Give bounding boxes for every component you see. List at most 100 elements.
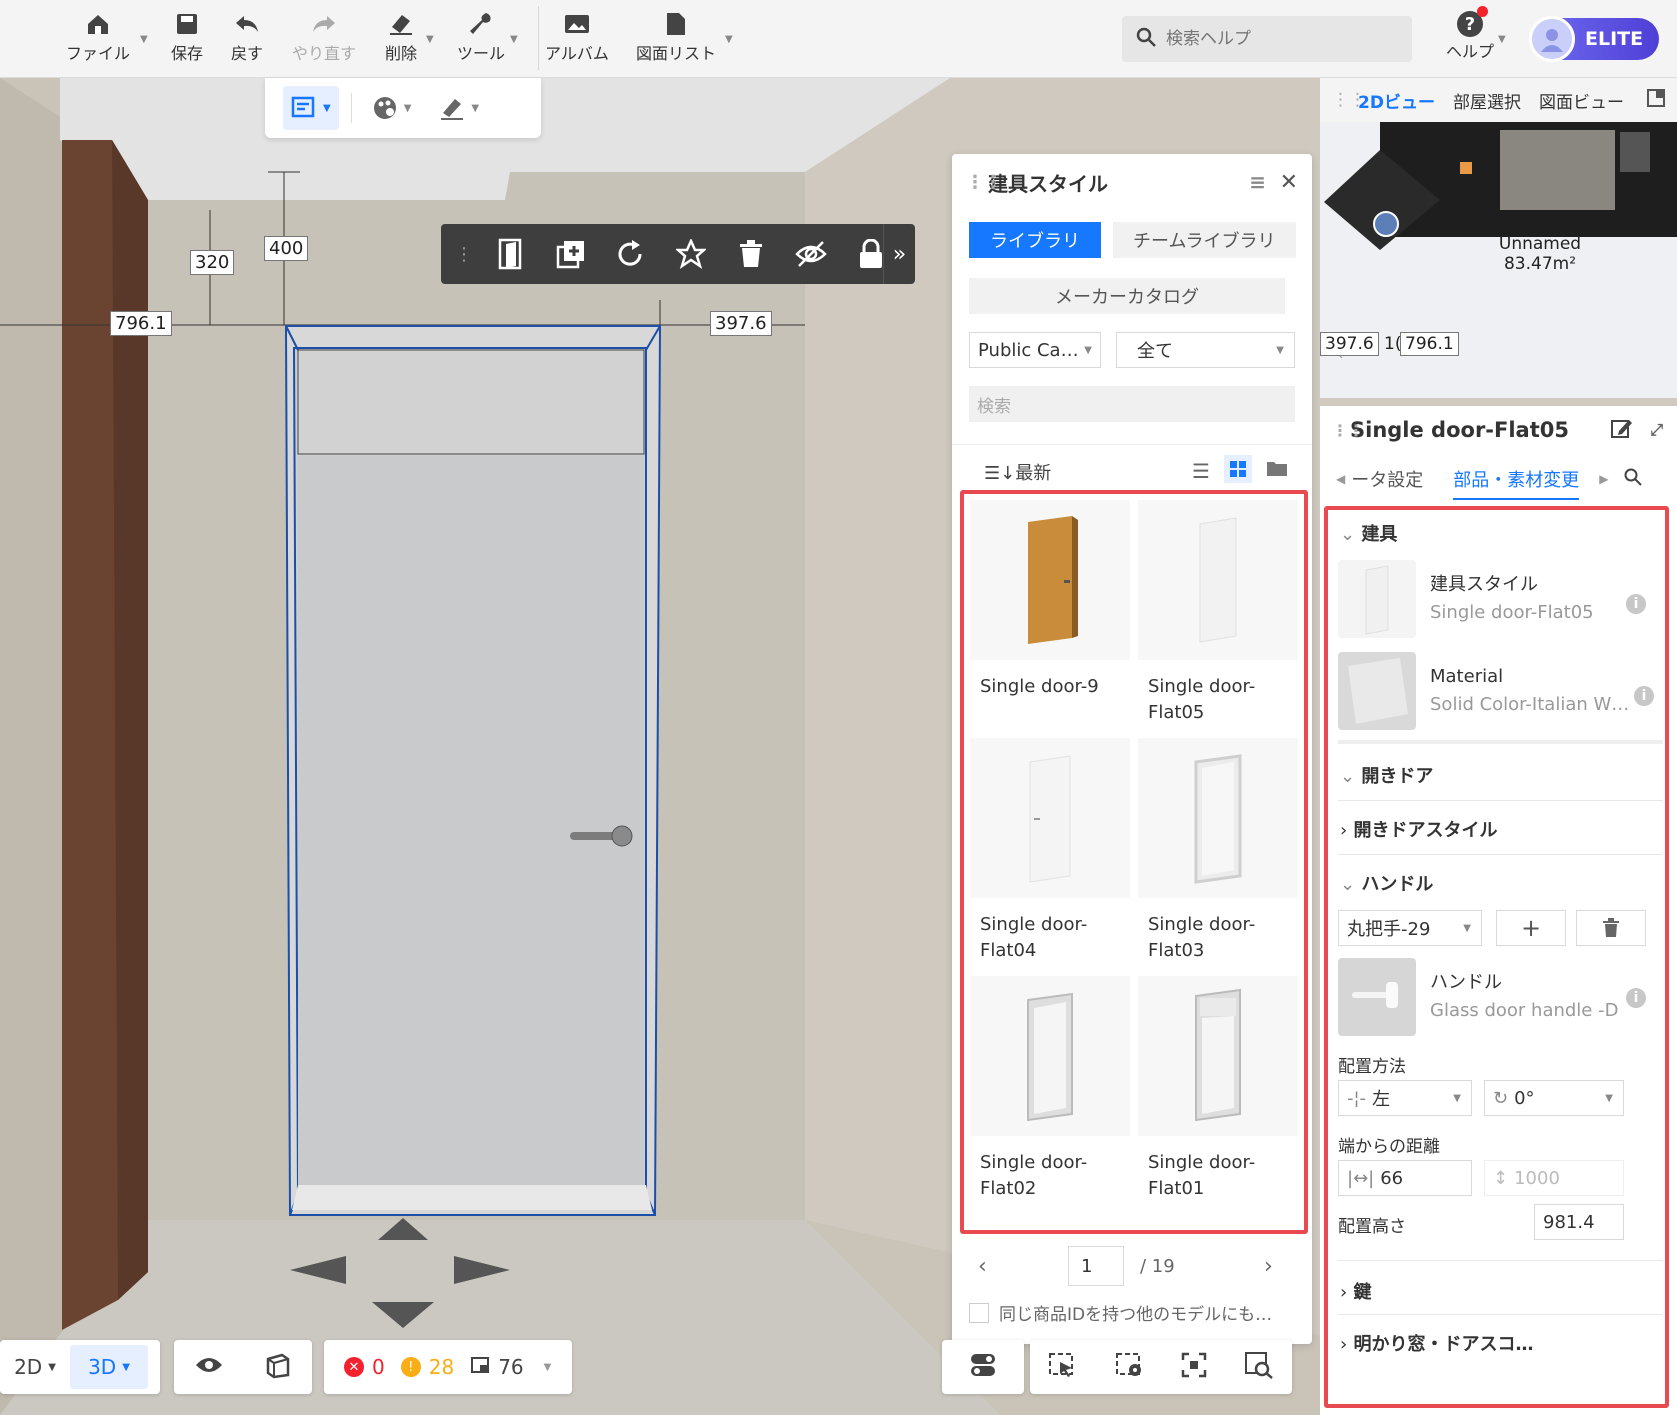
- section-open-door[interactable]: ⌄ 開きドア: [1340, 762, 1433, 788]
- dimension-label-320[interactable]: 320: [190, 250, 235, 275]
- add-handle-button[interactable]: +: [1496, 910, 1566, 946]
- nav-left-arrow[interactable]: [290, 1256, 346, 1284]
- next-page-icon[interactable]: ›: [1264, 1254, 1273, 1279]
- help-search-box[interactable]: [1122, 16, 1412, 62]
- prev-page-icon[interactable]: ‹: [978, 1254, 987, 1279]
- list-item[interactable]: Single door-Flat03: [1138, 738, 1298, 968]
- dimension-label-796[interactable]: 796.1: [110, 311, 172, 336]
- view-3d-button[interactable]: 3D ▼: [70, 1345, 148, 1389]
- catalog-select[interactable]: Public Ca… ▼: [969, 332, 1101, 368]
- info-icon[interactable]: i: [1626, 988, 1646, 1008]
- nav-right-arrow[interactable]: [454, 1256, 510, 1284]
- nav-down-arrow[interactable]: [372, 1302, 434, 1328]
- list-item[interactable]: Single door-Flat01: [1138, 976, 1298, 1206]
- checkbox[interactable]: [969, 1302, 989, 1323]
- placement-angle-select[interactable]: ↻ 0° ▼: [1484, 1080, 1624, 1116]
- close-icon[interactable]: ✕: [1280, 170, 1298, 195]
- drawing-list-button[interactable]: 図面リスト: [636, 8, 716, 70]
- menu-icon[interactable]: ≡: [1249, 170, 1266, 194]
- handle-select[interactable]: 丸把手-29 ▼: [1338, 910, 1482, 946]
- eye-icon[interactable]: [195, 1355, 223, 1379]
- grid-view-icon[interactable]: [1224, 455, 1252, 483]
- apply-same-id-option[interactable]: 同じ商品IDを持つ他のモデルにも…: [969, 1300, 1272, 1325]
- category-select[interactable]: 全て ▼: [1116, 332, 1295, 368]
- status-bar[interactable]: ✕ 0 ! 28 76 ▼: [324, 1340, 572, 1394]
- drag-handle-icon[interactable]: ⋮⋮: [1332, 421, 1364, 440]
- door-flip-button[interactable]: [481, 224, 541, 284]
- chevron-down-icon[interactable]: ▼: [426, 34, 434, 45]
- height-input[interactable]: 981.4: [1534, 1204, 1624, 1240]
- tab-drawing-view[interactable]: 図面ビュー: [1539, 88, 1624, 113]
- duplicate-button[interactable]: [541, 224, 601, 284]
- album-button[interactable]: アルバム: [545, 8, 609, 70]
- dimension-label-400[interactable]: 400: [264, 236, 309, 261]
- delete-button[interactable]: 削除: [385, 8, 417, 70]
- account-badge[interactable]: ELITE: [1529, 16, 1659, 62]
- cube-icon[interactable]: [264, 1351, 292, 1383]
- measure-mode-button[interactable]: ▼: [431, 86, 487, 130]
- info-icon[interactable]: i: [1626, 594, 1646, 614]
- list-view-icon[interactable]: ☰: [1192, 459, 1210, 483]
- chevron-left-icon[interactable]: ◀: [1336, 472, 1345, 486]
- maximize-icon[interactable]: [1647, 88, 1665, 112]
- drag-handle-icon[interactable]: ⋮⋮: [1332, 90, 1366, 110]
- help-search-input[interactable]: [1166, 29, 1386, 49]
- chevron-down-icon[interactable]: ▼: [140, 34, 148, 45]
- zoom-fit-icon[interactable]: [1244, 1351, 1274, 1383]
- rotate-button[interactable]: [601, 224, 661, 284]
- expand-toolbar-button[interactable]: »: [883, 224, 915, 284]
- view-select-icon[interactable]: [1048, 1352, 1078, 1382]
- hide-button[interactable]: [781, 224, 841, 284]
- sort-button[interactable]: ☰↓最新: [984, 459, 1051, 485]
- view-2d-button[interactable]: 2D ▼: [0, 1345, 70, 1389]
- view-settings-icon[interactable]: [1115, 1352, 1145, 1382]
- list-item[interactable]: Single door-Flat02: [970, 976, 1130, 1206]
- focus-icon[interactable]: [1181, 1352, 1207, 1382]
- fixture-style-item[interactable]: 建具スタイル Single door-Flat05: [1338, 560, 1594, 638]
- file-menu-button[interactable]: ファイル: [66, 8, 130, 70]
- handle-item[interactable]: ハンドル Glass door handle -D: [1338, 958, 1618, 1036]
- section-transom[interactable]: › 明かり窓・ドアスコ…: [1340, 1330, 1533, 1356]
- tab-room-select[interactable]: 部屋選択: [1453, 88, 1521, 113]
- favorite-button[interactable]: [661, 224, 721, 284]
- tab-parts-material[interactable]: 部品・素材変更: [1453, 458, 1580, 500]
- tab-2d-view[interactable]: 2Dビュー: [1358, 88, 1435, 113]
- folder-icon[interactable]: [1266, 459, 1288, 481]
- maker-catalog-button[interactable]: メーカーカタログ: [969, 278, 1285, 314]
- info-icon[interactable]: i: [1634, 686, 1654, 706]
- drag-handle-icon[interactable]: ⋮: [455, 244, 473, 265]
- chevron-down-icon[interactable]: ▼: [510, 34, 518, 45]
- list-item[interactable]: Single door-Flat04: [970, 738, 1130, 968]
- delete-handle-button[interactable]: [1576, 910, 1646, 946]
- list-item[interactable]: Single door-Flat05: [1138, 500, 1298, 730]
- list-item[interactable]: Single door-9: [970, 500, 1130, 730]
- library-search-input[interactable]: 検索: [969, 386, 1295, 422]
- toggle-settings-icon[interactable]: [970, 1352, 996, 1382]
- section-handle[interactable]: ⌄ ハンドル: [1340, 870, 1433, 896]
- dimension-label-397[interactable]: 397.6: [710, 311, 772, 336]
- edge-distance-input[interactable]: |↔| 66: [1338, 1160, 1472, 1196]
- tab-parameter-settings[interactable]: ータ設定: [1351, 466, 1423, 492]
- material-item[interactable]: Material Solid Color-Italian W…: [1338, 652, 1629, 730]
- section-lock[interactable]: › 鍵: [1340, 1278, 1371, 1304]
- placement-side-select[interactable]: -¦- 左 ▼: [1338, 1080, 1472, 1116]
- tab-library[interactable]: ライブラリ: [969, 222, 1101, 258]
- save-button[interactable]: 保存: [171, 8, 203, 70]
- search-icon[interactable]: [1624, 468, 1643, 491]
- delete-object-button[interactable]: [721, 224, 781, 284]
- selection-mode-button[interactable]: ▼: [283, 86, 339, 130]
- section-fixture[interactable]: ⌄ 建具: [1340, 520, 1397, 546]
- tools-button[interactable]: ツール: [457, 8, 505, 70]
- chevron-right-icon[interactable]: ▶: [1599, 472, 1608, 486]
- undo-button[interactable]: 戻す: [231, 8, 263, 70]
- palette-mode-button[interactable]: ▼: [364, 86, 420, 130]
- drag-handle-icon[interactable]: ⋮⋮: [966, 172, 1002, 193]
- help-button[interactable]: ? ヘルプ: [1440, 6, 1500, 62]
- page-number-input[interactable]: 1: [1068, 1246, 1124, 1286]
- redo-button[interactable]: やり直す: [292, 8, 356, 70]
- chevron-down-icon[interactable]: ▼: [725, 34, 733, 45]
- nav-up-arrow[interactable]: [378, 1218, 428, 1240]
- open-door-style-row[interactable]: › 開きドアスタイル: [1340, 816, 1497, 842]
- chevron-down-icon[interactable]: ▼: [1498, 34, 1506, 45]
- tab-team-library[interactable]: チームライブラリ: [1113, 222, 1296, 258]
